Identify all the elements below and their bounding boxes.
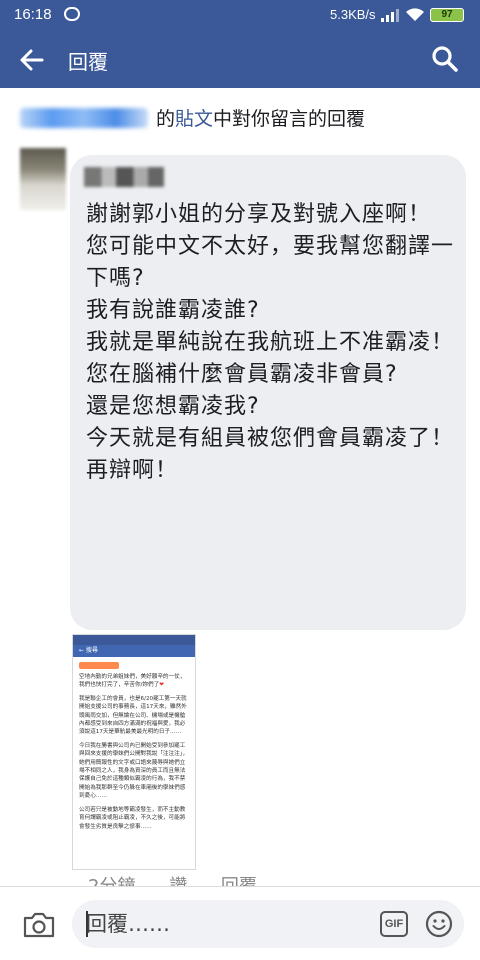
gif-button[interactable]: GIF <box>380 911 408 937</box>
message-notification-icon <box>64 7 80 21</box>
context-suffix: 中對你留言的回覆 <box>213 108 366 130</box>
camera-icon[interactable] <box>22 911 56 939</box>
attachment-status-bar <box>73 635 195 645</box>
reply-field[interactable]: GIF <box>72 900 464 948</box>
comment-line: 還是您想霸凌我? <box>86 394 260 419</box>
page-title: 回覆 <box>68 50 108 74</box>
blurred-poster-name <box>20 108 148 128</box>
comment-line: 謝謝郭小姐的分享及對號入座啊！ <box>86 202 432 227</box>
attachment-paragraph: 空地內勤的兄弟姐妹們，美好願辛的一仗，我們也快打完了，辛苦你/妳們了❤ <box>79 674 186 689</box>
comment-text: 謝謝郭小姐的分享及對號入座啊！ 您可能中文不太好，要我幫您翻譯一下嗎? 我有說誰… <box>86 199 458 487</box>
wifi-icon <box>406 8 424 21</box>
comment-line: 我就是單純說在我航班上不准霸凌！您在腦補什麼會員霸凌非會員? <box>86 330 455 387</box>
search-icon[interactable] <box>430 44 460 74</box>
smile-icon[interactable] <box>424 909 454 939</box>
comment-bubble: 謝謝郭小姐的分享及對號入座啊！ 您可能中文不太好，要我幫您翻譯一下嗎? 我有說誰… <box>70 155 466 630</box>
attachment-paragraph: 今日我在勝書與公司內已開始受到參加罷工與回來支援的學妹們公開對我說「注注注」，她… <box>79 742 189 800</box>
attachment-paragraph: 我是聯企工的會員，也是6/20罷工第一天就開始支援公司的事務長，這17天來，雖然… <box>79 695 187 736</box>
attachment-paragraph: 公司若只是被動地等霸凌發生，而不主動教育何謂霸凌或阻止霸凌，不久之後，可能將會發… <box>79 806 186 830</box>
comment-line: 今天就是有組員被您們會員霸凌了！ <box>86 426 455 451</box>
avatar[interactable] <box>20 148 66 210</box>
comment-line: 再辯啊！ <box>86 458 179 483</box>
battery-icon: 97 <box>430 8 464 22</box>
attached-image[interactable]: ← 搜尋 空地內勤的兄弟姐妹們，美好願辛的一仗，我們也快打完了，辛苦你/妳們了❤… <box>72 634 196 870</box>
status-time: 16:18 <box>14 6 52 23</box>
status-bar: 16:18 5.3KB/s 97 <box>0 0 480 30</box>
app-bar: 回覆 <box>0 30 480 88</box>
signal-icon <box>381 9 399 22</box>
arrow-left-icon[interactable] <box>18 46 46 74</box>
reply-input[interactable] <box>86 908 346 940</box>
heart-icon: ❤ <box>159 682 164 689</box>
network-speed: 5.3KB/s <box>330 7 376 22</box>
post-link[interactable]: 貼文 <box>175 108 213 130</box>
comment-line: 您可能中文不太好，要我幫您翻譯一下嗎? <box>86 234 455 291</box>
attachment-blurred-name <box>79 662 119 669</box>
blurred-author-name[interactable] <box>84 167 164 187</box>
attachment-app-bar: ← 搜尋 <box>73 645 195 657</box>
reply-composer: GIF <box>0 886 480 960</box>
attachment-text: 空地內勤的兄弟姐妹們，美好願辛的一仗，我們也快打完了，辛苦你/妳們了❤ 我是聯企… <box>73 669 195 831</box>
context-prefix: 的 <box>156 108 176 130</box>
comment-line: 我有說誰霸凌誰? <box>86 298 260 323</box>
reply-context: 的貼文中對你留言的回覆 <box>20 104 365 130</box>
